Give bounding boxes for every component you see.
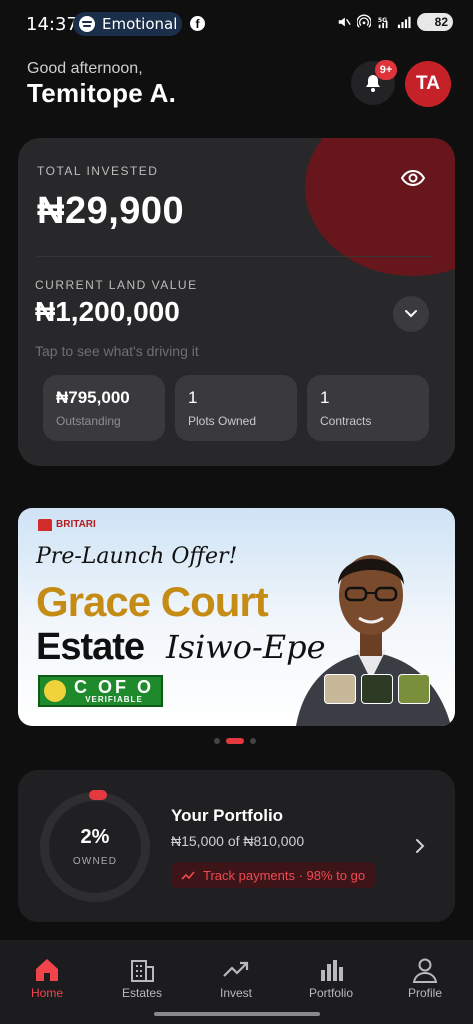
- portfolio-icon: [321, 960, 343, 981]
- stat-plots-owned[interactable]: 1 Plots Owned: [175, 375, 297, 441]
- status-icons: 5G 82: [337, 13, 453, 31]
- cofo-badge: C OF O VERIFIABLE: [38, 675, 163, 707]
- nav-label: Portfolio: [308, 986, 354, 1000]
- land-value-label: CURRENT LAND VALUE: [35, 278, 198, 292]
- stat-contracts[interactable]: 1 Contracts: [307, 375, 429, 441]
- nav-label: Profile: [407, 986, 442, 1000]
- stat-label: Outstanding: [56, 414, 121, 428]
- brand-logo-text: BRITARI: [56, 519, 96, 530]
- track-payments-button[interactable]: Track payments · 98% to go: [171, 862, 376, 888]
- brand-logo: BRITARI: [38, 519, 96, 531]
- stat-label: Contracts: [320, 414, 372, 428]
- nav-home[interactable]: Home: [0, 940, 94, 1010]
- nav-label: Invest: [219, 986, 252, 1000]
- battery-level: 82: [434, 15, 448, 29]
- trend-up-icon: [181, 871, 195, 880]
- estates-icon: [131, 960, 154, 982]
- avatar[interactable]: TA: [405, 61, 451, 107]
- user-name: Temitope A.: [27, 78, 177, 108]
- banner-title-line1: Grace Court: [36, 578, 269, 625]
- stat-value: ₦795,000: [56, 388, 130, 407]
- profile-icon: [412, 958, 438, 983]
- expand-button[interactable]: [393, 296, 429, 332]
- greeting-text: Good afternoon,: [27, 60, 143, 77]
- carousel-dot[interactable]: [214, 738, 220, 744]
- home-icon: [36, 959, 58, 981]
- portfolio-card[interactable]: 2% OWNED Your Portfolio ₦15,000 of ₦810,…: [18, 770, 455, 922]
- ownership-caption: OWNED: [72, 856, 118, 867]
- notification-badge: 9+: [375, 60, 397, 80]
- stat-value: 1: [188, 388, 198, 407]
- signal-bars-icon: [397, 16, 411, 29]
- battery-icon: 82: [417, 13, 453, 31]
- stat-label: Plots Owned: [188, 414, 257, 428]
- now-playing-label: Emotional: [102, 15, 178, 33]
- spotify-icon: [79, 16, 95, 32]
- portfolio-title: Your Portfolio: [171, 806, 284, 825]
- nav-estates[interactable]: Estates: [95, 940, 189, 1010]
- cofo-sub-text: VERIFIABLE: [85, 694, 143, 704]
- investment-summary-card[interactable]: TOTAL INVESTED ₦29,900 CURRENT LAND VALU…: [18, 138, 455, 466]
- land-value: ₦1,200,000: [35, 296, 180, 327]
- invest-icon: [223, 961, 249, 977]
- nav-invest[interactable]: Invest: [189, 940, 283, 1010]
- total-invested-value: ₦29,900: [37, 190, 185, 232]
- banner-thumb-land: [324, 674, 356, 704]
- nav-label: Estates: [121, 986, 163, 1000]
- portfolio-amount: ₦15,000 of ₦810,000: [171, 833, 305, 849]
- hotspot-icon: [357, 14, 371, 28]
- status-bar: 14:37 Emotional f 5G 82: [0, 0, 473, 48]
- nav-portfolio[interactable]: Portfolio: [284, 940, 378, 1010]
- nav-label: Home: [30, 986, 63, 1000]
- chevron-down-icon: [405, 310, 417, 318]
- banner-title-line2: Estate: [36, 626, 145, 668]
- facebook-icon: f: [190, 16, 205, 31]
- total-invested-label: TOTAL INVESTED: [37, 164, 159, 178]
- ownership-progress-fill: [89, 790, 107, 800]
- stat-outstanding[interactable]: ₦795,000 Outstanding: [43, 375, 165, 441]
- cofo-main-text: C OF O: [74, 676, 154, 697]
- promo-banner[interactable]: BRITARI Pre-Launch Offer! Grace Court Es…: [18, 508, 455, 726]
- banner-thumb-growth: [361, 674, 393, 704]
- chevron-right-icon[interactable]: [413, 836, 427, 856]
- banner-thumb-plant: [398, 674, 430, 704]
- home-indicator[interactable]: [154, 1012, 320, 1016]
- divider: [37, 256, 431, 257]
- carousel-dot-active[interactable]: [226, 738, 244, 744]
- nav-profile[interactable]: Profile: [378, 940, 472, 1010]
- now-playing-pill[interactable]: Emotional: [73, 12, 182, 36]
- carousel-dot[interactable]: [250, 738, 256, 744]
- stat-value: 1: [320, 388, 330, 407]
- carousel-pager: [214, 738, 256, 744]
- status-time: 14:37: [26, 14, 78, 35]
- eye-icon[interactable]: [400, 167, 426, 189]
- ownership-percent: 2%: [80, 826, 110, 848]
- banner-offer-text: Pre-Launch Offer!: [36, 544, 238, 569]
- land-value-hint[interactable]: Tap to see what's driving it: [35, 343, 199, 359]
- brand-logo-mark: [38, 519, 52, 531]
- track-payments-label: Track payments · 98% to go: [203, 867, 366, 883]
- mute-icon: [338, 17, 351, 27]
- cofo-text: C OF O VERIFIABLE: [74, 676, 154, 704]
- seal-icon: [44, 680, 66, 702]
- signal-5g-icon: 5G: [378, 17, 388, 29]
